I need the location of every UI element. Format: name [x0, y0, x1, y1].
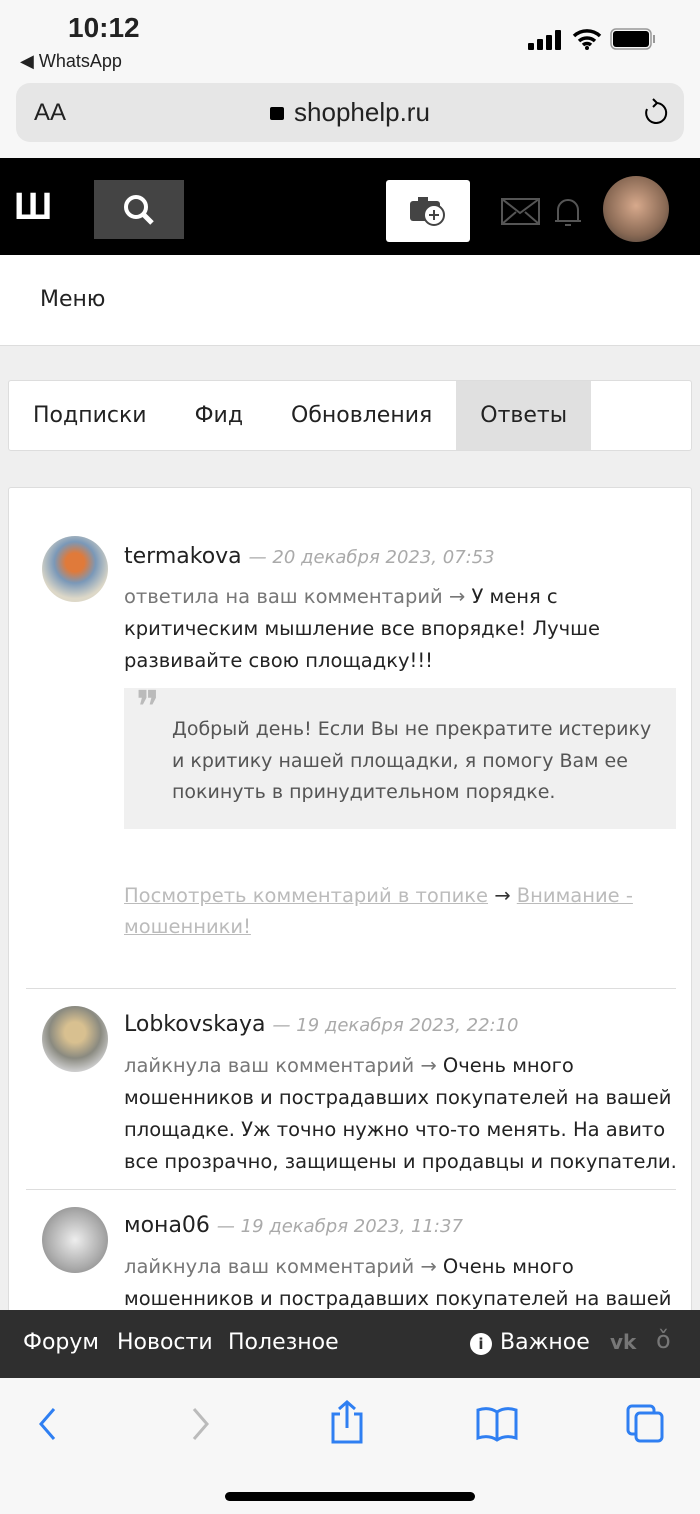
- site-header: Ш: [0, 158, 700, 255]
- search-icon: [124, 195, 154, 225]
- lock-icon: [270, 107, 285, 120]
- divider: [26, 988, 676, 989]
- replies-list: termakova — 20 декабря 2023, 07:53 ответ…: [8, 487, 692, 1342]
- tabs-icon[interactable]: [626, 1404, 666, 1444]
- tab-subscriptions[interactable]: Подписки: [9, 381, 171, 450]
- mail-icon[interactable]: [501, 198, 541, 226]
- clock: 10:12: [68, 12, 140, 43]
- timestamp: — 19 декабря 2023, 11:37: [216, 1216, 463, 1237]
- address-bar[interactable]: AA shophelp.ru: [16, 83, 684, 142]
- action-text: ответила на ваш комментарий →: [124, 585, 466, 608]
- timestamp: — 19 декабря 2023, 22:10: [272, 1015, 519, 1036]
- reload-icon[interactable]: [643, 98, 669, 128]
- footer-forum-link[interactable]: Форум: [23, 1330, 99, 1355]
- info-icon: i: [470, 1333, 492, 1355]
- share-icon[interactable]: [330, 1400, 364, 1444]
- vk-icon[interactable]: vk: [610, 1330, 636, 1354]
- username[interactable]: termakova: [124, 544, 242, 569]
- footer-news-link[interactable]: Новости: [117, 1330, 213, 1355]
- tab-updates[interactable]: Обновления: [267, 381, 456, 450]
- view-comment-link[interactable]: Посмотреть комментарий в топике: [124, 884, 488, 907]
- footer-useful-link[interactable]: Полезное: [228, 1330, 339, 1355]
- avatar[interactable]: [42, 536, 108, 602]
- forward-icon[interactable]: [188, 1406, 212, 1442]
- status-bar: 10:12 ◀ WhatsApp AA shophelp.ru: [0, 0, 700, 158]
- url-text: shophelp.ru: [294, 97, 430, 127]
- odnoklassniki-icon[interactable]: ǒ: [656, 1326, 671, 1354]
- username[interactable]: Lobkovskaya: [124, 1012, 266, 1037]
- username[interactable]: мона06: [124, 1213, 210, 1238]
- tab-feed[interactable]: Фид: [171, 381, 267, 450]
- search-button[interactable]: [94, 180, 184, 239]
- quote-text: Добрый день! Если Вы не прекратите истер…: [172, 718, 652, 803]
- timestamp: — 20 декабря 2023, 07:53: [248, 547, 495, 568]
- add-photo-button[interactable]: [386, 180, 470, 242]
- home-indicator: [225, 1492, 475, 1501]
- avatar[interactable]: [42, 1207, 108, 1273]
- action-text: лайкнула ваш комментарий →: [124, 1054, 437, 1077]
- bell-icon[interactable]: [553, 195, 583, 229]
- footer-important-link[interactable]: i Важное: [470, 1330, 590, 1355]
- quoted-comment: ❞ Добрый день! Если Вы не прекратите исте…: [124, 682, 676, 829]
- avatar[interactable]: [42, 1006, 108, 1072]
- site-logo[interactable]: Ш: [14, 186, 52, 229]
- battery-icon: [610, 28, 655, 50]
- menu-button[interactable]: Меню: [40, 287, 105, 312]
- user-avatar[interactable]: [603, 176, 669, 242]
- back-to-app[interactable]: ◀ WhatsApp: [20, 51, 122, 72]
- tabs: Подписки Фид Обновления Ответы: [8, 380, 692, 451]
- quote-icon: ❞: [136, 682, 160, 733]
- site-footer: Форум Новости Полезное i Важное vk ǒ: [0, 1310, 700, 1378]
- bookmarks-icon[interactable]: [476, 1406, 518, 1442]
- arrow: →: [488, 884, 517, 907]
- wifi-icon: [572, 29, 602, 50]
- tab-replies[interactable]: Ответы: [456, 381, 592, 450]
- action-text: лайкнула ваш комментарий →: [124, 1255, 437, 1278]
- divider: [26, 1189, 676, 1190]
- signal-icon: [528, 30, 561, 50]
- camera-plus-icon: [410, 197, 445, 226]
- important-label: Важное: [500, 1330, 590, 1355]
- back-icon[interactable]: [36, 1406, 60, 1442]
- menu-bar[interactable]: Меню: [0, 255, 700, 346]
